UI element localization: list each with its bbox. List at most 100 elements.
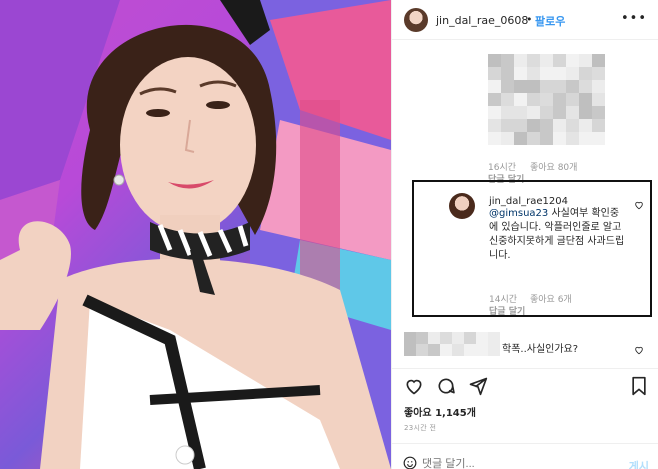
more-icon[interactable]: ••• bbox=[621, 11, 647, 26]
mosaic-tile bbox=[540, 67, 553, 80]
mosaic-tile bbox=[540, 93, 553, 106]
post-side-panel: jin_dal_rae_0608 • 팔로우 ••• 16시간 좋아요 80개 … bbox=[391, 0, 658, 469]
header-separator: • bbox=[526, 13, 533, 26]
mosaic-tile bbox=[553, 119, 566, 132]
mosaic-tile bbox=[540, 80, 553, 93]
mosaic-tile bbox=[440, 332, 452, 344]
mosaic-tile bbox=[553, 54, 566, 67]
mosaic-tile bbox=[488, 332, 500, 344]
mosaic-tile bbox=[501, 119, 514, 132]
mosaic-tile bbox=[501, 80, 514, 93]
mosaic-tile bbox=[553, 132, 566, 145]
comment-2-reply-button[interactable]: 답글 달기 bbox=[489, 304, 525, 317]
mosaic-tile bbox=[566, 80, 579, 93]
follow-button[interactable]: 팔로우 bbox=[535, 13, 565, 29]
mosaic-tile bbox=[514, 93, 527, 106]
mosaic-tile bbox=[514, 80, 527, 93]
mosaic-tile bbox=[540, 54, 553, 67]
mosaic-tile bbox=[592, 132, 605, 145]
mosaic-tile bbox=[553, 80, 566, 93]
author-avatar[interactable] bbox=[404, 8, 428, 32]
mosaic-tile bbox=[592, 54, 605, 67]
mosaic-tile bbox=[579, 80, 592, 93]
mosaic-tile bbox=[527, 54, 540, 67]
mosaic-tile bbox=[464, 332, 476, 344]
mosaic-tile bbox=[579, 93, 592, 106]
comment-2-likes[interactable]: 좋아요 6개 bbox=[530, 292, 572, 305]
mosaic-tile bbox=[527, 106, 540, 119]
comment-2-mention[interactable]: @gimsua23 bbox=[489, 208, 548, 219]
mosaic-tile bbox=[527, 119, 540, 132]
mosaic-tile bbox=[501, 132, 514, 145]
comment-1-likes[interactable]: 좋아요 80개 bbox=[530, 160, 577, 173]
mosaic-tile bbox=[501, 106, 514, 119]
mosaic-tile bbox=[540, 132, 553, 145]
mosaic-tile bbox=[566, 119, 579, 132]
mosaic-tile bbox=[514, 67, 527, 80]
mosaic-tile bbox=[464, 344, 476, 356]
post-photo[interactable] bbox=[0, 0, 391, 469]
mosaic-tile bbox=[416, 332, 428, 344]
mosaic-tile bbox=[540, 119, 553, 132]
mosaic-tile bbox=[553, 67, 566, 80]
mosaic-tile bbox=[488, 80, 501, 93]
mosaic-tile bbox=[452, 344, 464, 356]
mosaic-tile bbox=[514, 119, 527, 132]
mosaic-tile bbox=[592, 119, 605, 132]
mosaic-tile bbox=[488, 54, 501, 67]
mosaic-tile bbox=[579, 106, 592, 119]
mosaic-tile bbox=[592, 93, 605, 106]
mosaic-tile bbox=[501, 93, 514, 106]
mosaic-tile bbox=[501, 67, 514, 80]
mosaic-tile bbox=[527, 132, 540, 145]
mosaic-tile bbox=[579, 132, 592, 145]
mosaic-tile bbox=[428, 332, 440, 344]
mosaic-tile bbox=[501, 54, 514, 67]
mosaic-tile bbox=[488, 93, 501, 106]
mosaic-tile bbox=[440, 344, 452, 356]
mosaic-tile bbox=[527, 67, 540, 80]
comment-1-censored bbox=[488, 54, 606, 146]
mosaic-tile bbox=[579, 54, 592, 67]
author-username[interactable]: jin_dal_rae_0608 bbox=[436, 14, 528, 27]
mosaic-tile bbox=[540, 106, 553, 119]
mosaic-tile bbox=[566, 93, 579, 106]
share-icon[interactable] bbox=[468, 376, 488, 396]
mosaic-tile bbox=[566, 54, 579, 67]
post-comment-button[interactable]: 게시 bbox=[629, 458, 649, 469]
mosaic-tile bbox=[416, 344, 428, 356]
heart-icon[interactable] bbox=[634, 200, 644, 210]
comment-input[interactable] bbox=[422, 458, 602, 469]
mosaic-tile bbox=[579, 119, 592, 132]
mosaic-tile bbox=[592, 106, 605, 119]
mosaic-tile bbox=[404, 344, 416, 356]
comment-composer: 게시 bbox=[392, 443, 658, 469]
comment-2-username[interactable]: jin_dal_rae1204 bbox=[489, 196, 568, 207]
comment-3-censored bbox=[404, 332, 500, 358]
comment-3-text: 학폭..사실인가요? bbox=[502, 344, 579, 355]
commenter-avatar[interactable] bbox=[449, 193, 475, 219]
mosaic-tile bbox=[488, 132, 501, 145]
mosaic-tile bbox=[514, 106, 527, 119]
mosaic-tile bbox=[579, 67, 592, 80]
comment-icon[interactable] bbox=[436, 376, 456, 396]
post-timestamp[interactable]: 23시간 전 bbox=[404, 423, 436, 433]
mosaic-tile bbox=[488, 119, 501, 132]
mosaic-tile bbox=[514, 132, 527, 145]
like-count[interactable]: 좋아요 1,145개 bbox=[404, 404, 476, 419]
mosaic-tile bbox=[514, 54, 527, 67]
like-heart-icon[interactable] bbox=[404, 376, 424, 396]
post-photo-illustration bbox=[0, 0, 391, 469]
bookmark-icon[interactable] bbox=[630, 376, 648, 396]
mosaic-tile bbox=[404, 332, 416, 344]
mosaic-tile bbox=[553, 93, 566, 106]
mosaic-tile bbox=[428, 344, 440, 356]
mosaic-tile bbox=[527, 93, 540, 106]
mosaic-tile bbox=[592, 80, 605, 93]
mosaic-tile bbox=[566, 132, 579, 145]
heart-icon[interactable] bbox=[634, 345, 644, 355]
mosaic-tile bbox=[553, 106, 566, 119]
mosaic-tile bbox=[566, 106, 579, 119]
mosaic-tile bbox=[452, 332, 464, 344]
emoji-icon[interactable] bbox=[403, 456, 417, 469]
